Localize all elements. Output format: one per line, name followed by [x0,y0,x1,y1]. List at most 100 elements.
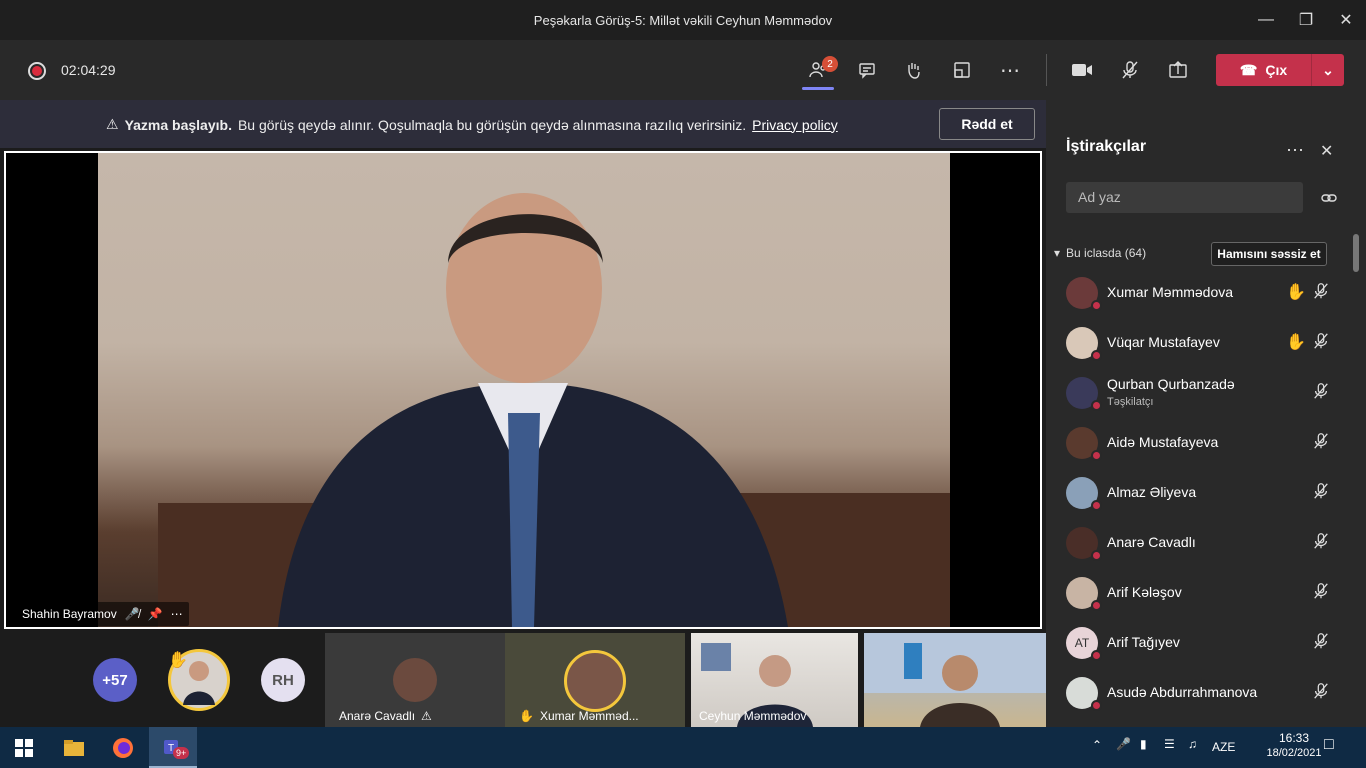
minimize-button[interactable]: — [1246,0,1286,40]
rh-avatar[interactable]: RH [261,658,305,702]
participants-badge: 2 [822,56,838,72]
mic-off-icon[interactable] [1312,432,1330,455]
participant-tile[interactable]: ✋ Xumar Məmməd... [505,633,685,727]
clock-time: 16:33 [1278,731,1310,745]
privacy-link[interactable]: Privacy policy [752,117,838,133]
firefox-button[interactable] [99,727,147,768]
show-hidden-icons[interactable]: ⌃ [1092,738,1102,752]
participant-tile[interactable] [864,633,1046,727]
banner-bold: Yazma başlayıb. [124,116,232,133]
participant-search-input[interactable]: Ad yaz [1066,182,1303,213]
participant-name: Aidə Mustafayeva [1107,434,1219,450]
panel-more-button[interactable]: ⋯ [1286,140,1304,161]
leave-dropdown-button[interactable]: ⌄ [1312,54,1344,86]
hand-icon: ✋ [519,709,534,723]
mic-off-icon[interactable] [1312,682,1330,705]
chat-icon [859,63,875,79]
participant-tile[interactable]: Ceyhun Məmmədov [691,633,858,727]
participant-name: Asudə Abdurrahmanova [1107,684,1258,700]
language-indicator[interactable]: AZE [1212,740,1235,754]
participant-row[interactable]: Qurban Qurbanzadə Təşkilatçı [1054,368,1344,418]
avatar [564,650,626,712]
mic-off-icon[interactable] [1312,582,1330,605]
teams-taskbar-button[interactable]: T 9+ [149,727,197,768]
participant-row[interactable]: Anarə Cavadlı [1054,518,1344,568]
speaker-video-frame [98,153,950,627]
avatar [393,658,437,702]
raised-hand-icon: ✋ [1286,284,1306,301]
pin-icon: 📌 [147,607,163,621]
participant-row[interactable]: Arif Kələşov [1054,568,1344,618]
more-actions-button[interactable]: ⋯ [994,54,1026,86]
chevron-down-icon: ⌄ [1322,61,1334,78]
meeting-timer: 02:04:29 [61,62,116,78]
mic-off-icon[interactable] [1312,532,1330,555]
presence-status-icon [1091,500,1102,511]
more-icon: ⋯ [1000,59,1020,82]
participant-row[interactable]: Vüqar Mustafayev ✋ [1054,318,1344,368]
clock[interactable]: 16:33 18/02/2021 [1263,731,1325,759]
restore-button[interactable]: ❐ [1286,0,1326,40]
panel-scrollbar[interactable] [1353,234,1359,272]
participant-name: Arif Kələşov [1107,584,1182,600]
hand-icon: ✋ [168,652,188,669]
start-button[interactable] [0,727,48,768]
raise-hand-button[interactable] [897,54,929,86]
participant-row[interactable]: Aidə Mustafayeva [1054,418,1344,468]
mute-all-button[interactable]: Hamısını səssiz et [1211,242,1327,266]
mic-off-icon[interactable] [1312,282,1330,305]
file-explorer-button[interactable] [50,727,98,768]
battery-icon[interactable]: ▮ [1140,737,1147,751]
participant-tile[interactable]: Anarə Cavadlı ⚠︎ [325,633,505,727]
mic-off-icon [1122,61,1138,79]
network-icon[interactable]: ☰ [1164,737,1175,751]
camera-button[interactable] [1066,54,1098,86]
panel-close-button[interactable]: ✕ [1320,141,1333,161]
close-window-button[interactable]: ✕ [1326,0,1366,40]
mic-tray-icon[interactable]: 🎤 [1116,737,1131,751]
active-indicator [802,87,834,90]
leave-button[interactable]: ☎ Çıx [1216,54,1312,86]
more-icon[interactable]: ⋯ [171,607,183,621]
tile-name-row: Anarə Cavadlı ⚠︎ [339,709,432,723]
mic-off-icon[interactable] [1312,332,1330,355]
mic-button[interactable] [1114,54,1146,86]
presence-status-icon [1091,350,1102,361]
hand-icon [908,63,920,79]
action-center-button[interactable]: □ [1324,736,1334,754]
participant-row[interactable]: Asudə Abdurrahmanova [1054,668,1344,718]
share-icon [1169,61,1187,78]
main-video[interactable]: Shahin Bayramov 🎤̸ 📌 ⋯ [4,151,1042,629]
overflow-participants-button[interactable]: +57 [93,658,137,702]
windows-taskbar [0,727,1366,768]
dismiss-banner-button[interactable]: Rədd et [939,108,1035,140]
presence-status-icon [1091,700,1102,711]
share-invite-button[interactable] [1320,189,1338,212]
close-icon: ✕ [1320,143,1334,160]
mic-off-icon[interactable] [1312,632,1330,655]
participant-row[interactable]: AT Arif Tağıyev [1054,618,1344,668]
presence-status-icon [1091,650,1102,661]
volume-icon[interactable]: ♫ [1188,737,1197,751]
firefox-icon [113,737,133,758]
leave-button-group: ☎ Çıx ⌄ [1216,54,1344,86]
participant-name: Vüqar Mustafayev [1107,334,1220,350]
presence-status-icon [1091,450,1102,461]
participant-video [864,633,1046,727]
recording-banner: ⚠ Yazma başlayıb. Bu görüş qeydə alınır.… [0,100,1046,148]
camera-icon [1072,64,1092,76]
mic-off-icon[interactable] [1312,382,1330,405]
recording-icon [28,62,46,80]
section-label: Bu iclasda (64) [1066,246,1147,260]
section-header[interactable]: ▾ Bu iclasda (64) [1054,246,1146,260]
participant-row[interactable]: Xumar Məmmədova ✋ [1054,268,1344,318]
chat-button[interactable] [851,54,883,86]
share-button[interactable] [1162,54,1194,86]
teams-badge: 9+ [173,747,190,759]
mic-off-icon[interactable] [1312,482,1330,505]
warning-icon: ⚠ [106,116,119,132]
tile-name-row: Ceyhun Məmmədov [699,709,806,723]
participant-name: Xumar Məmmədova [1107,284,1234,300]
participant-row[interactable]: Almaz Əliyeva [1054,468,1344,518]
rooms-button[interactable] [946,54,978,86]
